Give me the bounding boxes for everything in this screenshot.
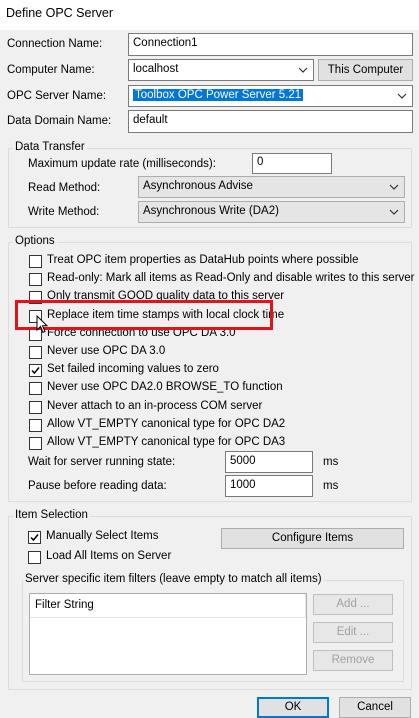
option-checkbox-box[interactable] — [29, 346, 42, 359]
add-filter-button[interactable]: Add ... — [313, 594, 393, 615]
wait-running-label: Wait for server running state: — [28, 456, 176, 468]
manually-select-checkbox[interactable]: Manually Select Items — [28, 530, 159, 546]
ok-button[interactable]: OK — [257, 697, 329, 718]
option-label: Allow VT_EMPTY canonical type for OPC DA… — [47, 436, 286, 448]
this-computer-button[interactable]: This Computer — [318, 59, 413, 81]
option-checkbox[interactable]: Allow VT_EMPTY canonical type for OPC DA… — [29, 436, 285, 452]
max-update-input[interactable]: 0 — [252, 153, 332, 174]
opc-server-name-label: OPC Server Name: — [7, 90, 107, 102]
data-domain-input[interactable]: default — [128, 110, 413, 133]
option-checkbox[interactable]: Never use OPC DA2.0 BROWSE_TO function — [29, 381, 283, 397]
option-checkbox-box[interactable] — [29, 364, 42, 377]
option-checkbox-box[interactable] — [29, 419, 42, 432]
option-label: Never use OPC DA 3.0 — [47, 345, 166, 357]
option-label: Never use OPC DA2.0 BROWSE_TO function — [47, 381, 283, 393]
checkmark-icon — [31, 367, 40, 375]
chevron-down-icon — [397, 93, 407, 99]
chevron-down-icon — [298, 67, 308, 73]
filters-group-label: Server specific item filters (leave empt… — [23, 573, 324, 585]
option-checkbox[interactable]: Set failed incoming values to zero — [29, 363, 219, 379]
configure-items-button[interactable]: Configure Items — [221, 528, 404, 549]
option-label: Never attach to an in-process COM server — [47, 400, 263, 412]
opc-server-name-combo[interactable]: Toolbox OPC Power Server 5.21 — [128, 85, 413, 107]
option-label: Set failed incoming values to zero — [47, 363, 219, 375]
opc-server-name-value: Toolbox OPC Power Server 5.21 — [131, 88, 305, 102]
wait-unit-label: ms — [323, 456, 339, 468]
read-method-label: Read Method: — [28, 182, 101, 194]
chevron-down-icon — [389, 209, 399, 215]
option-checkbox-box[interactable] — [29, 273, 42, 286]
item-selection-group-label: Item Selection — [13, 509, 90, 521]
option-label: Treat OPC item properties as DataHub poi… — [47, 254, 359, 266]
window-title: Define OPC Server — [6, 6, 113, 20]
load-all-items-label: Load All Items on Server — [46, 550, 172, 562]
pause-reading-input[interactable]: 1000 — [225, 475, 313, 497]
window-title-bar: Define OPC Server — [0, 0, 419, 30]
option-label: Allow VT_EMPTY canonical type for OPC DA… — [47, 418, 286, 430]
filter-string-column-header[interactable]: Filter String — [30, 594, 306, 618]
connection-name-label: Connection Name: — [7, 38, 103, 50]
remove-filter-button[interactable]: Remove — [313, 650, 393, 671]
write-method-value: Asynchronous Write (DA2) — [143, 205, 279, 217]
highlight-annotation — [15, 300, 273, 330]
data-transfer-group-label: Data Transfer — [13, 141, 87, 153]
max-update-label: Maximum update rate (milliseconds): — [28, 158, 216, 170]
computer-name-value: localhost — [133, 63, 179, 75]
data-domain-label: Data Domain Name: — [7, 115, 112, 127]
pause-unit-label: ms — [323, 480, 339, 492]
manually-select-box[interactable] — [28, 531, 41, 544]
option-checkbox[interactable]: Never use OPC DA 3.0 — [29, 345, 165, 361]
write-method-select[interactable]: Asynchronous Write (DA2) — [138, 201, 405, 223]
write-method-label: Write Method: — [28, 206, 100, 218]
options-group-label: Options — [13, 235, 57, 247]
read-method-select[interactable]: Asynchronous Advise — [138, 176, 405, 198]
option-checkbox-box[interactable] — [29, 437, 42, 450]
chevron-down-icon — [389, 184, 399, 190]
wait-running-input[interactable]: 5000 — [225, 451, 313, 473]
option-checkbox[interactable]: Allow VT_EMPTY canonical type for OPC DA… — [29, 418, 285, 434]
pause-reading-label: Pause before reading data: — [28, 480, 167, 492]
load-all-items-box[interactable] — [28, 551, 41, 564]
load-all-items-checkbox[interactable]: Load All Items on Server — [28, 550, 171, 566]
option-checkbox[interactable]: Never attach to an in-process COM server — [29, 400, 262, 416]
manually-select-label: Manually Select Items — [46, 530, 159, 542]
option-checkbox-box[interactable] — [29, 255, 42, 268]
edit-filter-button[interactable]: Edit ... — [313, 622, 393, 643]
cancel-button[interactable]: Cancel — [339, 697, 411, 718]
option-checkbox[interactable]: Read-only: Mark all items as Read-Only a… — [29, 272, 415, 288]
option-checkbox-box[interactable] — [29, 382, 42, 395]
computer-name-combo[interactable]: localhost — [128, 59, 314, 81]
option-checkbox[interactable]: Treat OPC item properties as DataHub poi… — [29, 254, 359, 270]
mouse-cursor-icon — [36, 315, 49, 334]
filter-list[interactable]: Filter String — [29, 593, 307, 675]
option-label: Read-only: Mark all items as Read-Only a… — [47, 272, 415, 284]
computer-name-label: Computer Name: — [7, 64, 95, 76]
option-checkbox-box[interactable] — [29, 401, 42, 414]
checkmark-icon — [30, 534, 39, 542]
read-method-value: Asynchronous Advise — [143, 180, 253, 192]
connection-name-input[interactable]: Connection1 — [128, 33, 413, 56]
